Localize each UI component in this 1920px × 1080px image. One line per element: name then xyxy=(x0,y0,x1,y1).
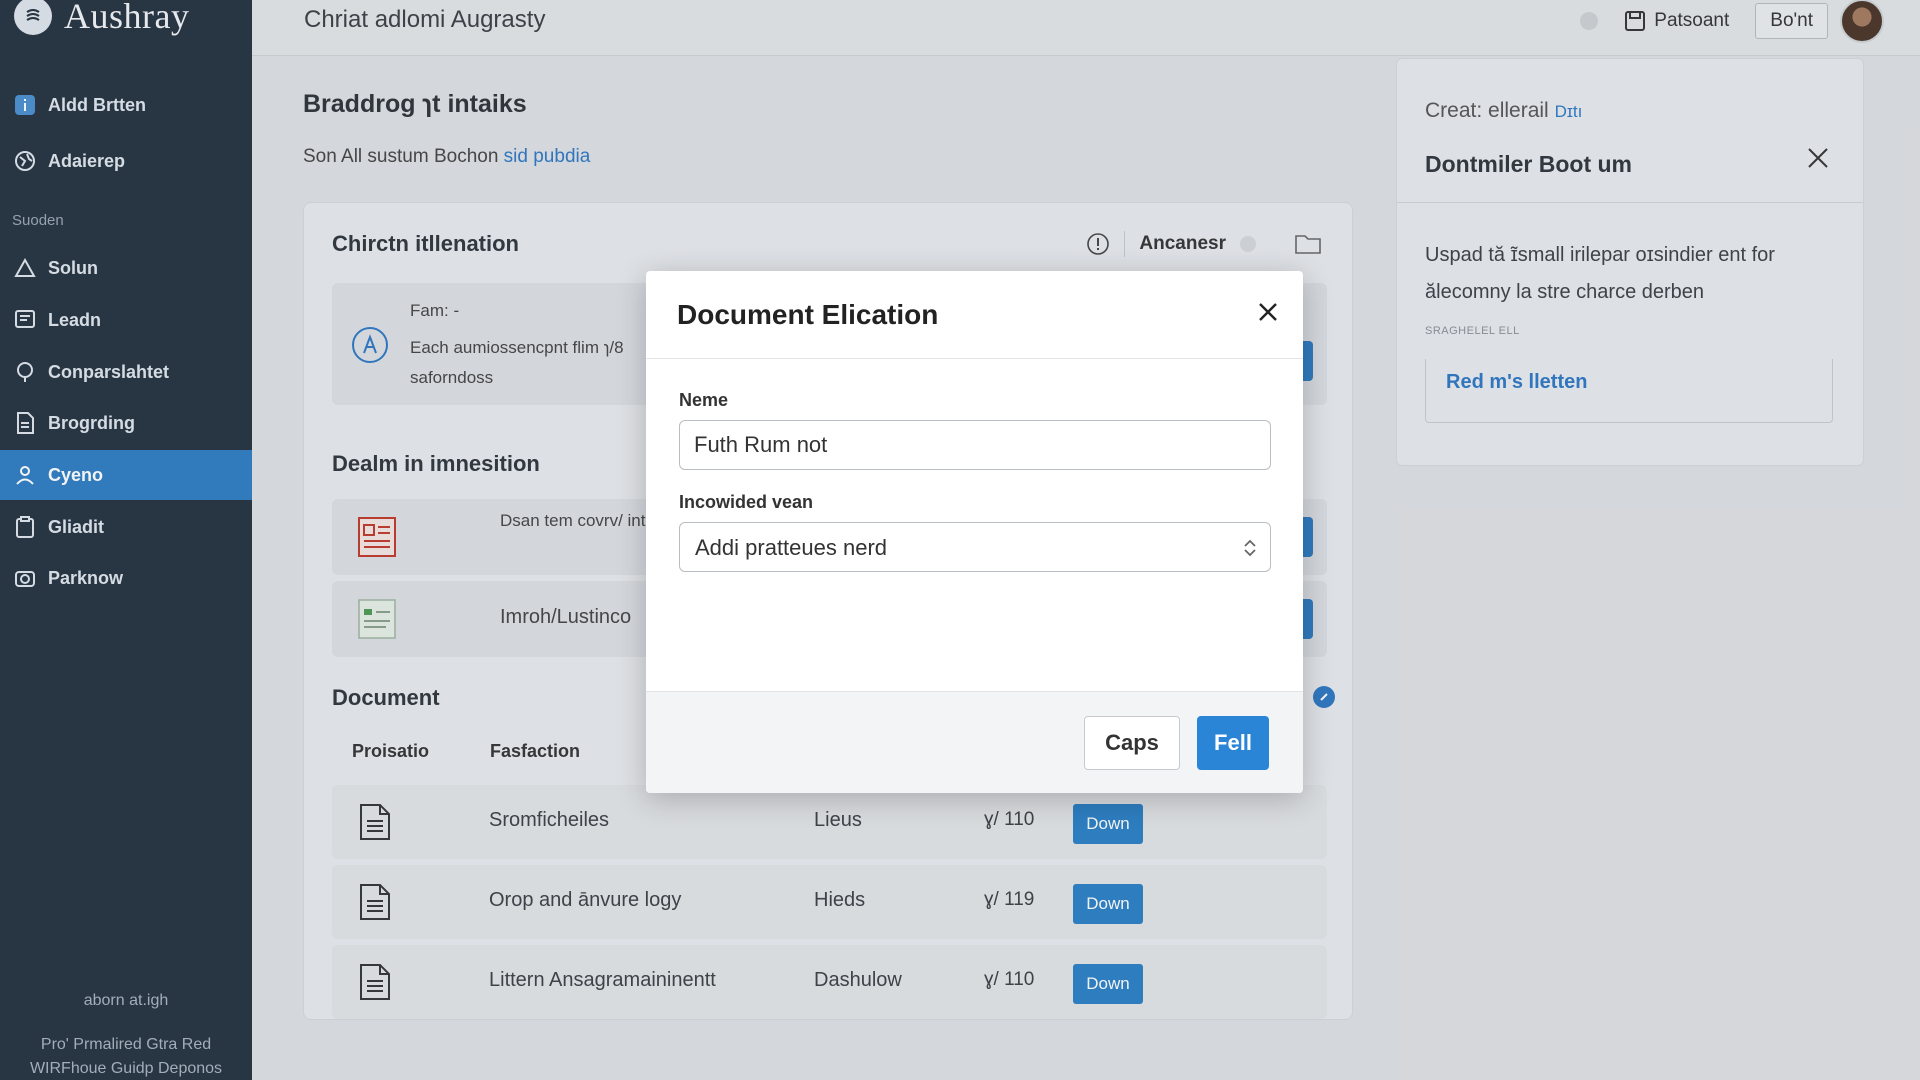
name-input[interactable] xyxy=(679,420,1271,470)
document-modal: Document Elication Neme Incowided vean A… xyxy=(646,271,1303,793)
divider xyxy=(646,358,1303,359)
select-field-label: Incowided vean xyxy=(679,492,814,512)
confirm-button[interactable]: Fell xyxy=(1197,716,1269,770)
name-field-label: Neme xyxy=(679,390,729,410)
close-icon[interactable] xyxy=(1251,295,1285,329)
modal-footer: Caps Fell xyxy=(646,691,1303,793)
modal-title: Document Elication xyxy=(677,299,939,330)
select-chevron-icon xyxy=(1240,538,1260,558)
vean-select[interactable]: Addi pratteues nerd xyxy=(679,522,1271,572)
cancel-button[interactable]: Caps xyxy=(1084,716,1180,770)
select-value: Addi pratteues nerd xyxy=(695,535,888,560)
